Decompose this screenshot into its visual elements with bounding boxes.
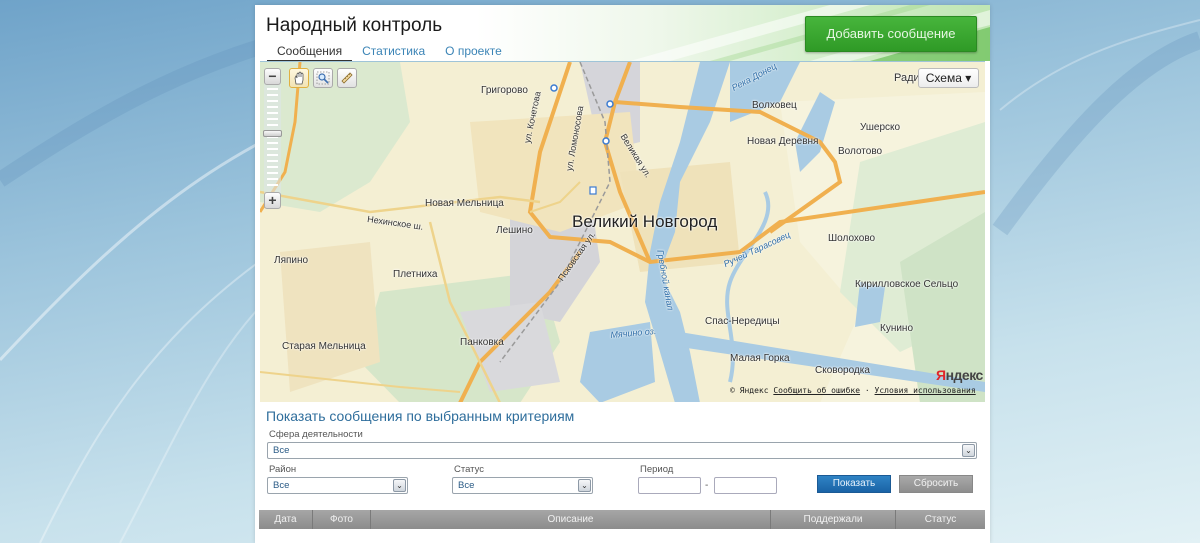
map-layer-selector[interactable]: Схема ▾	[918, 68, 979, 88]
map-tool-ruler[interactable]	[337, 68, 357, 88]
header: Народный контроль Сообщения Статистика О…	[255, 5, 990, 61]
tab-statistics[interactable]: Статистика	[352, 44, 435, 61]
zoom-tick	[267, 118, 278, 120]
period-from-input[interactable]	[638, 477, 701, 494]
map-tool-drag[interactable]	[289, 68, 309, 88]
map-partial-label: Ради	[894, 72, 920, 84]
map-copyright: © Яндекс Сообщить об ошибке · Условия ис…	[730, 386, 976, 395]
zoom-tick	[267, 94, 278, 96]
map-place-label: Старая Мельница	[282, 341, 366, 352]
zoom-tick	[267, 184, 278, 186]
tab-messages[interactable]: Сообщения	[267, 44, 353, 61]
sphere-select-value: Все	[273, 445, 290, 456]
terms-of-use-link[interactable]: Условия использования	[875, 386, 976, 395]
zoom-tick	[267, 178, 278, 180]
period-label: Период	[640, 464, 674, 475]
zoom-tick	[267, 112, 278, 114]
yandex-logo-first-letter: Я	[936, 367, 946, 383]
chevron-down-icon: ⌄	[578, 479, 591, 492]
yandex-logo: Яндекс	[936, 367, 983, 383]
show-button[interactable]: Показать	[817, 475, 891, 493]
map-place-label: Шолохово	[828, 233, 876, 244]
nav-tabs: Сообщения Статистика О проекте	[267, 44, 512, 61]
zoom-tick	[267, 172, 278, 174]
map-tool-magnifier[interactable]	[313, 68, 333, 88]
zoom-tick	[267, 100, 278, 102]
chevron-down-icon: ⌄	[962, 444, 975, 457]
column-header-photo[interactable]: Фото	[313, 510, 371, 529]
zoom-slider-thumb[interactable]	[263, 130, 282, 137]
status-select-value: Все	[458, 480, 475, 491]
map-place-label: Плетниха	[393, 269, 438, 280]
zoom-tick	[267, 106, 278, 108]
map-place-label: Волотово	[838, 146, 883, 157]
zoom-control: − +	[263, 68, 282, 209]
district-select[interactable]: Все ⌄	[267, 477, 408, 494]
chevron-down-icon: ⌄	[393, 479, 406, 492]
map-place-label: Кунино	[880, 323, 914, 334]
map-place-label: Новая Мельница	[425, 198, 504, 209]
column-header-description[interactable]: Описание	[371, 510, 771, 529]
main-panel: Народный контроль Сообщения Статистика О…	[255, 5, 990, 543]
sphere-label: Сфера деятельности	[269, 429, 363, 440]
ruler-icon	[341, 72, 353, 84]
reset-button[interactable]: Сбросить	[899, 475, 973, 493]
separator: ·	[864, 386, 870, 395]
zoom-tick	[267, 142, 278, 144]
status-label: Статус	[454, 464, 485, 475]
column-header-date[interactable]: Дата	[259, 510, 313, 529]
zoom-tick	[267, 88, 278, 90]
map-city-label: Великий Новгород	[572, 212, 718, 231]
map-place-label: Спас-Нередицы	[705, 316, 780, 327]
zoom-slider-track[interactable]	[267, 88, 278, 188]
map-place-label: Кирилловское Сельцо	[855, 279, 959, 290]
map-place-label: Ушерско	[860, 122, 901, 133]
map[interactable]: Григорово Волховец Новая Деревня Ушерско…	[260, 61, 985, 402]
column-header-status[interactable]: Статус	[896, 510, 985, 529]
map-place-label: Сковородка	[815, 365, 870, 376]
zoom-tick	[267, 154, 278, 156]
district-label: Район	[269, 464, 297, 475]
hand-icon	[294, 71, 304, 85]
map-place-label: Лешино	[496, 225, 533, 236]
zoom-in-button[interactable]: +	[264, 192, 281, 209]
site-title: Народный контроль	[266, 15, 443, 36]
district-select-value: Все	[273, 480, 290, 491]
map-place-label: Волховец	[752, 100, 797, 111]
map-place-label: Ляпино	[274, 255, 309, 266]
map-place-label: Малая Горка	[730, 353, 790, 364]
status-select[interactable]: Все ⌄	[452, 477, 593, 494]
map-place-label: Григорово	[481, 85, 528, 96]
zoom-out-button[interactable]: −	[264, 68, 281, 85]
zoom-tick	[267, 124, 278, 126]
zoom-tick	[267, 166, 278, 168]
yandex-logo-rest: ндекс	[945, 367, 984, 383]
zoom-tick	[267, 148, 278, 150]
map-place-label: Новая Деревня	[747, 136, 819, 147]
messages-table-header: Дата Фото Описание Поддержали Статус	[259, 510, 985, 529]
period-separator: -	[705, 480, 709, 491]
tab-about[interactable]: О проекте	[435, 44, 512, 61]
map-place-label: Панковка	[460, 337, 504, 348]
sphere-select[interactable]: Все ⌄	[267, 442, 977, 459]
zoom-tick	[267, 160, 278, 162]
map-canvas[interactable]	[260, 62, 985, 402]
report-error-link[interactable]: Сообщить об ошибке	[773, 386, 860, 395]
copyright-text: © Яндекс	[730, 386, 769, 395]
filters-title: Показать сообщения по выбранным критерия…	[266, 408, 575, 424]
magnifier-icon	[316, 71, 330, 85]
period-to-input[interactable]	[714, 477, 777, 494]
column-header-supported[interactable]: Поддержали	[771, 510, 896, 529]
add-message-button[interactable]: Добавить сообщение	[805, 16, 977, 52]
